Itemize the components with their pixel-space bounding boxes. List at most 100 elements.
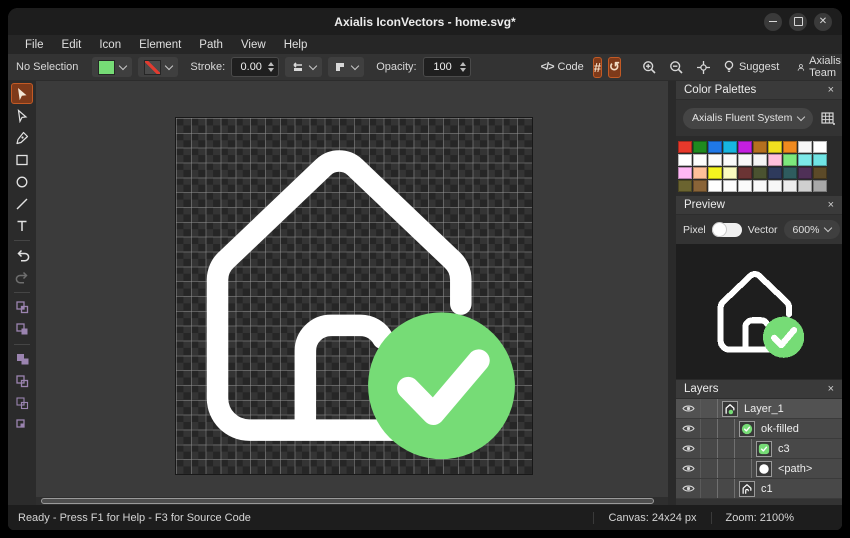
menu-help[interactable]: Help (275, 39, 317, 51)
palette-swatch[interactable] (753, 140, 767, 153)
snap-rotate-button[interactable]: ↺ (608, 56, 621, 78)
palette-swatch[interactable] (723, 166, 737, 179)
zoom-out-button[interactable] (666, 57, 687, 78)
boolean-union-button[interactable] (11, 349, 33, 370)
suggest-button[interactable]: Suggest (720, 57, 782, 78)
palette-swatch[interactable] (693, 166, 707, 179)
palette-swatch[interactable] (813, 140, 827, 153)
palette-swatch[interactable] (768, 153, 782, 166)
stroke-width-input[interactable]: 0.00 (231, 57, 280, 77)
menu-file[interactable]: File (16, 39, 53, 51)
ellipse-tool[interactable] (11, 171, 33, 192)
stroke-width-stepper[interactable] (266, 62, 276, 72)
maximize-button[interactable] (789, 12, 807, 31)
boolean-merge-button[interactable] (11, 319, 33, 340)
menu-element[interactable]: Element (130, 39, 190, 51)
palette-swatch[interactable] (738, 166, 752, 179)
palette-swatch[interactable] (738, 179, 752, 192)
menu-path[interactable]: Path (190, 39, 232, 51)
center-view-button[interactable] (693, 57, 714, 78)
pen-node-tool[interactable] (11, 127, 33, 148)
rectangle-tool[interactable] (11, 149, 33, 170)
palette-grid-view-button[interactable] (821, 111, 835, 125)
palette-swatch[interactable] (723, 153, 737, 166)
preview-zoom-dropdown[interactable]: 600% (783, 220, 841, 239)
minimize-button[interactable] (764, 12, 782, 31)
palette-swatch[interactable] (678, 179, 692, 192)
menu-edit[interactable]: Edit (53, 39, 91, 51)
direct-select-tool[interactable] (11, 105, 33, 126)
close-preview-button[interactable]: × (828, 199, 834, 211)
palette-swatch[interactable] (798, 166, 812, 179)
opacity-input[interactable]: 100 (422, 57, 471, 77)
close-palettes-button[interactable]: × (828, 84, 834, 96)
palette-swatch[interactable] (738, 153, 752, 166)
visibility-toggle[interactable] (676, 459, 701, 478)
palette-swatch[interactable] (753, 166, 767, 179)
corner-style-dropdown[interactable] (328, 57, 365, 77)
palette-swatch[interactable] (813, 166, 827, 179)
pixel-vector-toggle[interactable] (711, 222, 742, 237)
layer-row-c1[interactable]: c1 (676, 479, 842, 499)
palette-swatch[interactable] (678, 140, 692, 153)
palette-swatch[interactable] (753, 179, 767, 192)
horizontal-scrollbar[interactable] (36, 497, 668, 505)
grid-toggle-button[interactable]: # (592, 56, 603, 78)
boolean-intersect-button[interactable] (11, 393, 33, 414)
close-layers-button[interactable]: × (828, 383, 834, 395)
palette-swatch[interactable] (723, 179, 737, 192)
palette-swatch[interactable] (678, 166, 692, 179)
palette-swatch[interactable] (813, 179, 827, 192)
palette-swatch[interactable] (693, 179, 707, 192)
menu-view[interactable]: View (232, 39, 275, 51)
title-bar[interactable]: Axialis IconVectors - home.svg* ✕ (8, 8, 842, 35)
palette-swatch[interactable] (798, 179, 812, 192)
palette-swatch[interactable] (768, 166, 782, 179)
visibility-toggle[interactable] (676, 419, 701, 438)
line-tool[interactable] (11, 193, 33, 214)
palette-swatch[interactable] (783, 153, 797, 166)
palette-swatch[interactable] (708, 179, 722, 192)
layer-row-c3[interactable]: c3 (676, 439, 842, 459)
palette-swatch[interactable] (738, 140, 752, 153)
layer-row-path[interactable]: <path> (676, 459, 842, 479)
visibility-toggle[interactable] (676, 479, 701, 498)
account-button[interactable]: Axialis Team (794, 55, 842, 79)
palette-swatch[interactable] (768, 140, 782, 153)
drawing-canvas[interactable] (175, 117, 533, 475)
boolean-exclude-button[interactable] (11, 297, 33, 318)
palette-swatch[interactable] (693, 140, 707, 153)
palette-swatch[interactable] (708, 153, 722, 166)
palette-swatch[interactable] (723, 140, 737, 153)
palette-swatch[interactable] (783, 140, 797, 153)
palette-swatch[interactable] (798, 153, 812, 166)
palette-swatch[interactable] (693, 153, 707, 166)
scrollbar-thumb[interactable] (41, 498, 655, 504)
editor-area[interactable] (36, 81, 668, 505)
palette-swatch[interactable] (783, 179, 797, 192)
text-tool[interactable] (11, 215, 33, 236)
palette-swatch[interactable] (768, 179, 782, 192)
boolean-subtract-button[interactable] (11, 371, 33, 392)
undo-button[interactable] (11, 245, 33, 266)
layer-row-ok-filled[interactable]: ok-filled (676, 419, 842, 439)
palette-swatch[interactable] (753, 153, 767, 166)
close-button[interactable]: ✕ (814, 12, 832, 31)
stroke-color-dropdown[interactable] (138, 57, 179, 77)
opacity-stepper[interactable] (458, 62, 468, 72)
boolean-divide-button[interactable] (11, 415, 33, 436)
select-tool[interactable] (11, 83, 33, 104)
zoom-in-button[interactable] (639, 57, 660, 78)
palette-swatch[interactable] (678, 153, 692, 166)
visibility-toggle[interactable] (676, 399, 701, 418)
stroke-style-dropdown[interactable] (285, 57, 323, 77)
palette-select-dropdown[interactable]: Axialis Fluent System (683, 107, 814, 129)
palette-swatch[interactable] (798, 140, 812, 153)
code-button[interactable]: </> Code (538, 57, 587, 78)
fill-color-dropdown[interactable] (92, 57, 133, 77)
palette-swatch[interactable] (783, 166, 797, 179)
redo-button[interactable] (11, 267, 33, 288)
palette-swatch[interactable] (813, 153, 827, 166)
palette-swatch[interactable] (708, 140, 722, 153)
layer-row-layer1[interactable]: Layer_1 (676, 399, 842, 419)
